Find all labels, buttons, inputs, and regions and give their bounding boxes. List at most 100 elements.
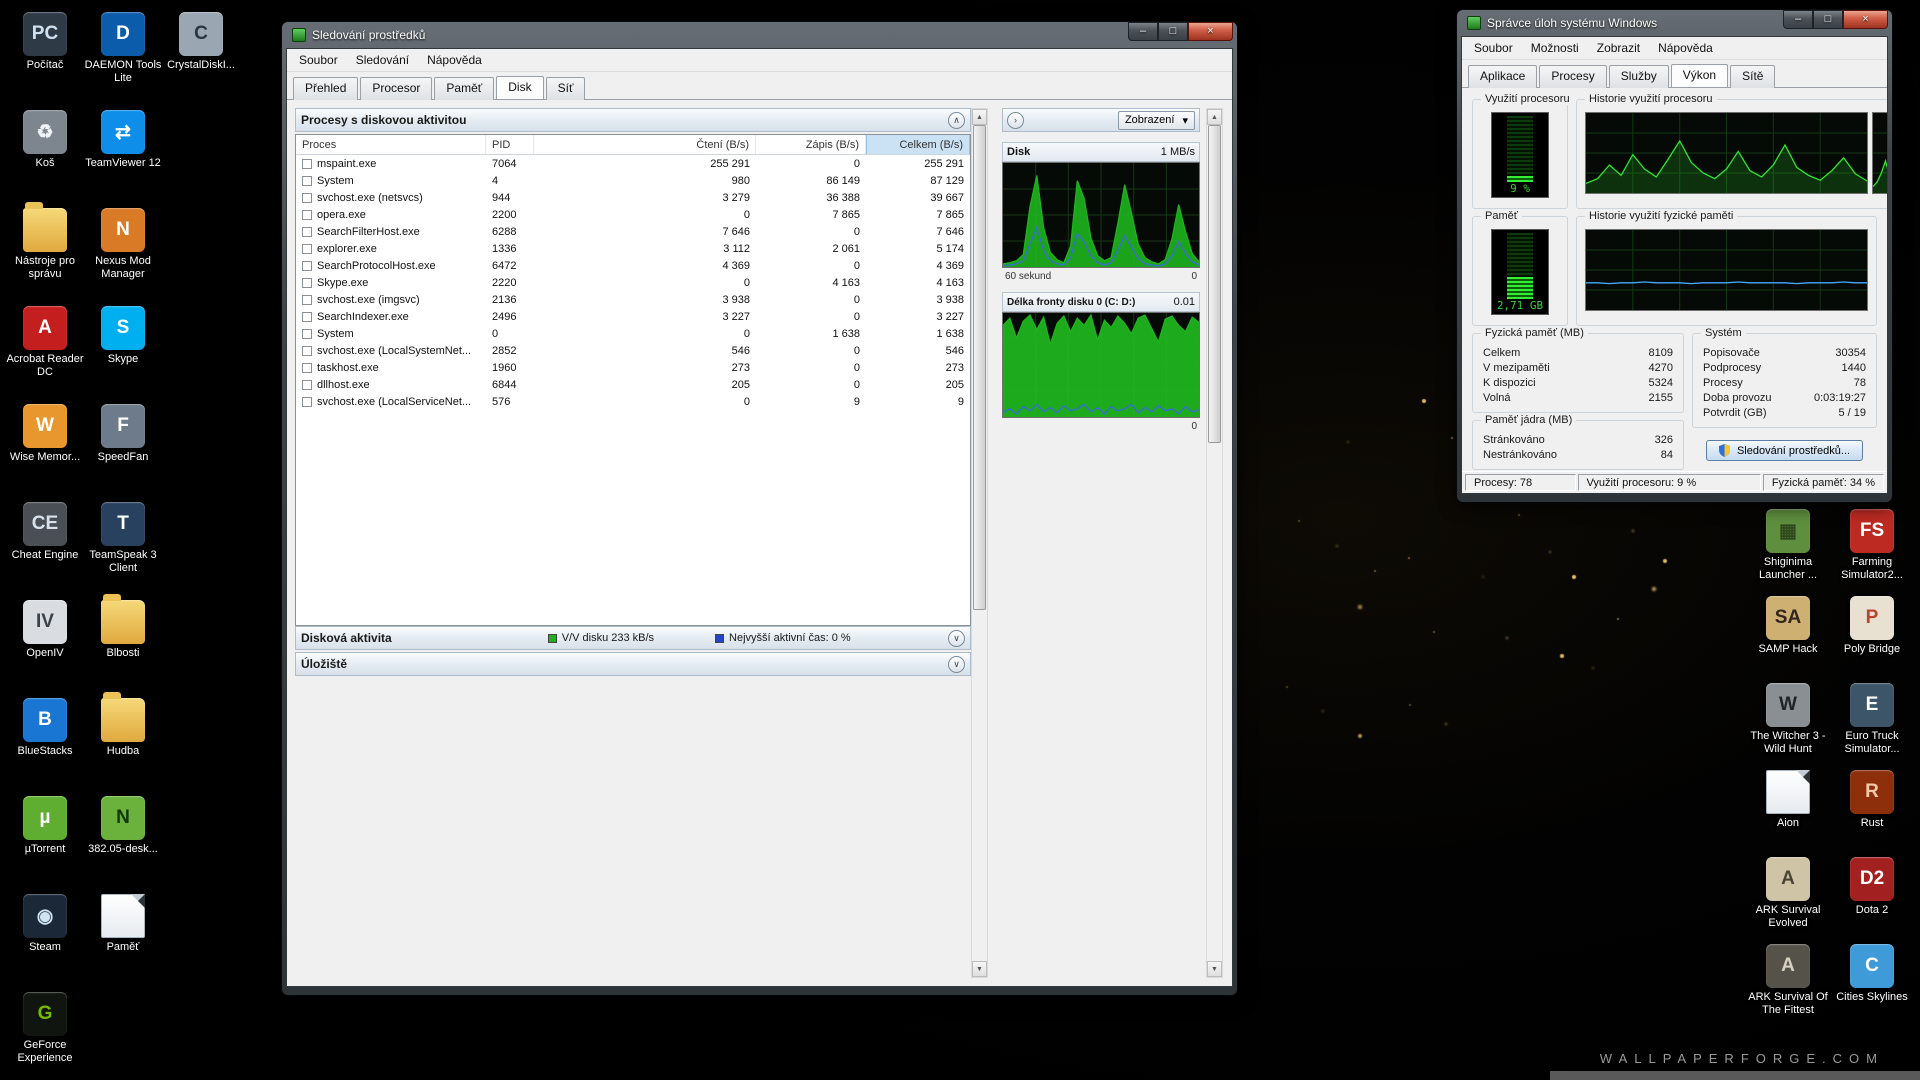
- process-row[interactable]: taskhost.exe 1960 273 0 273: [296, 359, 970, 376]
- process-checkbox[interactable]: [302, 176, 312, 186]
- desktop-icon[interactable]: ◉ Steam: [6, 890, 84, 988]
- desktop-icon[interactable]: FS Farming Simulator2...: [1830, 505, 1914, 592]
- scrollbar-track[interactable]: [1207, 125, 1222, 961]
- column-header-write[interactable]: Zápis (B/s): [756, 135, 866, 154]
- desktop-icon[interactable]: N Nexus Mod Manager: [84, 204, 162, 302]
- desktop-icon[interactable]: µ µTorrent: [6, 792, 84, 890]
- desktop-icon[interactable]: P Poly Bridge: [1830, 592, 1914, 679]
- process-row[interactable]: svchost.exe (LocalServiceNet... 576 0 9 …: [296, 393, 970, 410]
- process-checkbox[interactable]: [302, 244, 312, 254]
- minimize-button[interactable]: –: [1783, 10, 1813, 29]
- column-header-proces[interactable]: Proces: [296, 135, 486, 154]
- process-row[interactable]: SearchFilterHost.exe 6288 7 646 0 7 646: [296, 223, 970, 240]
- desktop-icon[interactable]: Blbosti: [84, 596, 162, 694]
- desktop-icon[interactable]: G GeForce Experience: [6, 988, 84, 1080]
- desktop-icon[interactable]: E Euro Truck Simulator...: [1830, 679, 1914, 766]
- tab[interactable]: Procesy: [1539, 65, 1606, 88]
- charts-panel-scrollbar[interactable]: ▲ ▼: [1206, 108, 1223, 978]
- scroll-down-button[interactable]: ▼: [972, 961, 987, 977]
- scroll-down-button[interactable]: ▼: [1207, 961, 1222, 977]
- column-header-read[interactable]: Čtení (B/s): [534, 135, 756, 154]
- process-row[interactable]: Skype.exe 2220 0 4 163 4 163: [296, 274, 970, 291]
- table-header[interactable]: Proces PID Čtení (B/s) Zápis (B/s) Celke…: [296, 135, 970, 155]
- process-row[interactable]: explorer.exe 1336 3 112 2 061 5 174: [296, 240, 970, 257]
- tab[interactable]: Procesor: [360, 77, 432, 100]
- maximize-button[interactable]: □: [1158, 22, 1188, 41]
- desktop-icon[interactable]: Nástroje pro správu: [6, 204, 84, 302]
- desktop-icon[interactable]: W The Witcher 3 - Wild Hunt: [1746, 679, 1830, 766]
- process-row[interactable]: svchost.exe (imgsvc) 2136 3 938 0 3 938: [296, 291, 970, 308]
- desktop-icon[interactable]: W Wise Memor...: [6, 400, 84, 498]
- tab[interactable]: Aplikace: [1468, 65, 1537, 88]
- desktop-icon[interactable]: Paměť: [84, 890, 162, 988]
- desktop-icon[interactable]: N 382.05-desk...: [84, 792, 162, 890]
- process-checkbox[interactable]: [302, 278, 312, 288]
- process-checkbox[interactable]: [302, 261, 312, 271]
- process-checkbox[interactable]: [302, 363, 312, 373]
- expand-button[interactable]: ∨: [948, 630, 965, 647]
- process-row[interactable]: System 0 0 1 638 1 638: [296, 325, 970, 342]
- desktop-icon[interactable]: PC Počítač: [6, 8, 84, 106]
- storage-header[interactable]: Úložiště ∨: [295, 652, 971, 676]
- desktop-icon[interactable]: ▦ Shiginima Launcher ...: [1746, 505, 1830, 592]
- close-button[interactable]: ×: [1188, 22, 1233, 41]
- tab[interactable]: Přehled: [293, 77, 358, 100]
- desktop-icon[interactable]: IV OpenIV: [6, 596, 84, 694]
- process-checkbox[interactable]: [302, 193, 312, 203]
- process-row[interactable]: System 4 980 86 149 87 129: [296, 172, 970, 189]
- process-row[interactable]: svchost.exe (LocalSystemNet... 2852 546 …: [296, 342, 970, 359]
- menu-item[interactable]: Nápověda: [419, 51, 490, 69]
- expand-button[interactable]: ∨: [948, 656, 965, 673]
- desktop-icon[interactable]: ⇄ TeamViewer 12: [84, 106, 162, 204]
- close-button[interactable]: ×: [1843, 10, 1888, 29]
- collapse-charts-button[interactable]: ›: [1007, 112, 1024, 129]
- menu-item[interactable]: Nápověda: [1650, 39, 1721, 57]
- disk-activity-header[interactable]: Disková aktivita V/V disku 233 kB/s Nejv…: [295, 626, 971, 650]
- process-row[interactable]: SearchProtocolHost.exe 6472 4 369 0 4 36…: [296, 257, 970, 274]
- desktop-icon[interactable]: CE Cheat Engine: [6, 498, 84, 596]
- process-row[interactable]: dllhost.exe 6844 205 0 205: [296, 376, 970, 393]
- tab[interactable]: Paměť: [434, 77, 494, 100]
- process-checkbox[interactable]: [302, 210, 312, 220]
- desktop-icon[interactable]: SA SAMP Hack: [1746, 592, 1830, 679]
- scrollbar-thumb[interactable]: [1208, 125, 1221, 443]
- desktop-icon[interactable]: D2 Dota 2: [1830, 853, 1914, 940]
- collapse-button[interactable]: ∧: [948, 112, 965, 129]
- desktop-icon[interactable]: A Acrobat Reader DC: [6, 302, 84, 400]
- menu-item[interactable]: Možnosti: [1523, 39, 1587, 57]
- process-checkbox[interactable]: [302, 295, 312, 305]
- menu-item[interactable]: Zobrazit: [1589, 39, 1648, 57]
- view-dropdown-button[interactable]: Zobrazení ▾: [1118, 111, 1195, 130]
- process-checkbox[interactable]: [302, 380, 312, 390]
- scroll-up-button[interactable]: ▲: [972, 109, 987, 125]
- process-checkbox[interactable]: [302, 159, 312, 169]
- maximize-button[interactable]: □: [1813, 10, 1843, 29]
- process-row[interactable]: svchost.exe (netsvcs) 944 3 279 36 388 3…: [296, 189, 970, 206]
- desktop-icon[interactable]: Aion: [1746, 766, 1830, 853]
- menu-item[interactable]: Soubor: [291, 51, 346, 69]
- process-row[interactable]: SearchIndexer.exe 2496 3 227 0 3 227: [296, 308, 970, 325]
- desktop-icon[interactable]: D DAEMON Tools Lite: [84, 8, 162, 106]
- process-checkbox[interactable]: [302, 312, 312, 322]
- process-checkbox[interactable]: [302, 227, 312, 237]
- desktop-icon[interactable]: B BlueStacks: [6, 694, 84, 792]
- desktop-icon[interactable]: A ARK Survival Of The Fittest: [1746, 940, 1830, 1027]
- process-checkbox[interactable]: [302, 346, 312, 356]
- desktop-icon[interactable]: A ARK Survival Evolved: [1746, 853, 1830, 940]
- resmon-titlebar[interactable]: Sledování prostředků – □ ×: [286, 22, 1233, 48]
- menu-item[interactable]: Soubor: [1466, 39, 1521, 57]
- column-header-pid[interactable]: PID: [486, 135, 534, 154]
- desktop-icon[interactable]: C Cities Skylines: [1830, 940, 1914, 1027]
- desktop-icon[interactable]: F SpeedFan: [84, 400, 162, 498]
- desktop-icon[interactable]: ♻ Koš: [6, 106, 84, 204]
- tab[interactable]: Služby: [1609, 65, 1669, 88]
- desktop-icon[interactable]: Hudba: [84, 694, 162, 792]
- process-section-header[interactable]: Procesy s diskovou aktivitou ∧: [295, 108, 971, 132]
- process-checkbox[interactable]: [302, 329, 312, 339]
- tab[interactable]: Disk: [496, 76, 543, 99]
- open-resource-monitor-button[interactable]: Sledování prostředků...: [1706, 440, 1863, 461]
- scrollbar-thumb[interactable]: [973, 125, 986, 610]
- menu-item[interactable]: Sledování: [348, 51, 417, 69]
- left-panel-scrollbar[interactable]: ▲ ▼: [971, 108, 988, 978]
- tab[interactable]: Výkon: [1671, 64, 1728, 87]
